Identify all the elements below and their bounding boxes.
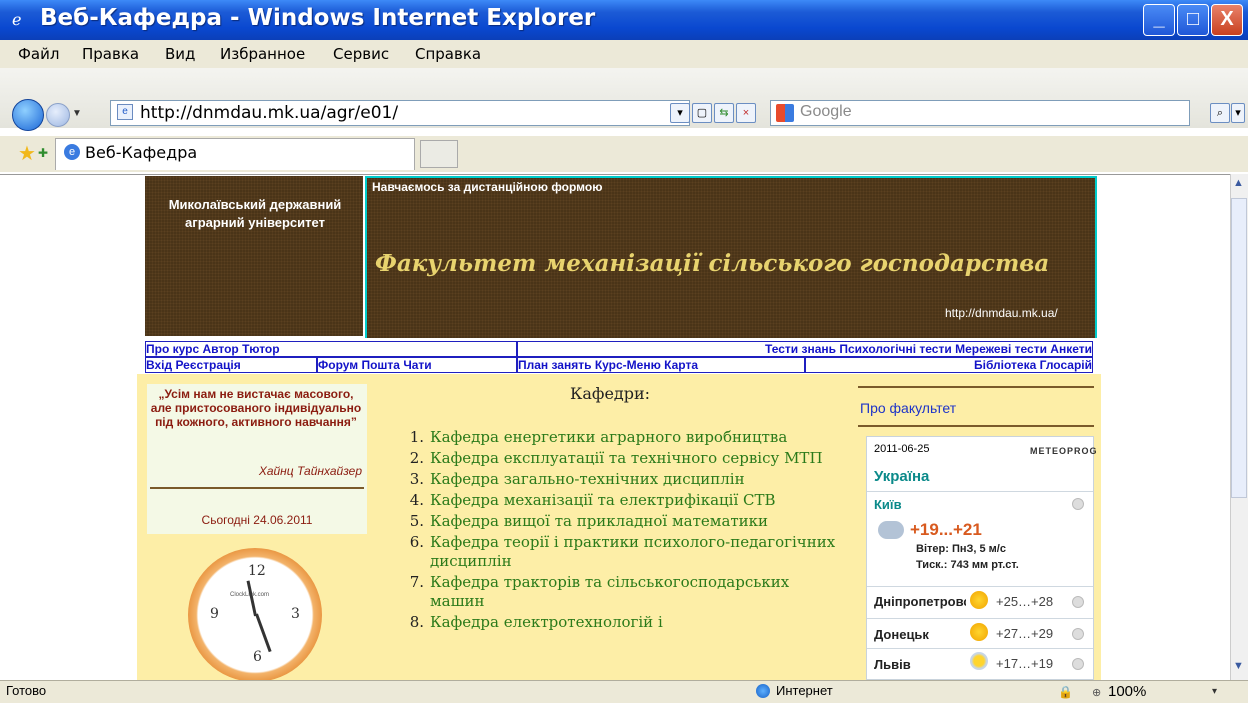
menu-help[interactable]: Справка [415, 45, 481, 63]
nav-plan-links[interactable]: План занять Курс-Меню Карта [517, 357, 805, 373]
tab-label: Веб-Кафедра [85, 143, 198, 162]
today-date: Сьогодні 24.06.2011 [201, 513, 313, 527]
new-tab-button[interactable] [420, 140, 458, 168]
sun-icon [970, 623, 988, 641]
zoom-level[interactable]: 100% [1108, 683, 1146, 700]
nav-forum-links[interactable]: Форум Пошта Чати [317, 357, 517, 373]
list-item[interactable]: 4. Кафедра механізації та електрифікації … [400, 491, 840, 510]
divider [858, 386, 1094, 388]
weather-range: +25…+28 [996, 594, 1054, 609]
security-zone[interactable]: Интернет [776, 683, 833, 698]
weather-temp: +19...+21 [910, 520, 982, 539]
history-dropdown-icon[interactable]: ▼ [72, 108, 82, 119]
menu-edit[interactable]: Правка [82, 45, 139, 63]
clock-number-6: 6 [253, 649, 262, 665]
window-title: Веб-Кафедра - Windows Internet Explorer [40, 5, 596, 31]
quote-author: Хайнц Тайнхайзер [258, 464, 362, 478]
expand-icon[interactable] [1072, 596, 1084, 608]
page-icon: e [117, 104, 133, 120]
weather-city-row[interactable]: Дніпропетровськ [874, 594, 966, 609]
weather-city-row[interactable]: Донецьк [874, 627, 966, 642]
clock-number-9: 9 [210, 606, 219, 622]
protected-mode-icon[interactable]: 🔒 [1058, 685, 1073, 699]
weather-wind: Вітер: ПнЗ, 5 м/с [916, 543, 1006, 555]
sun-icon [970, 591, 988, 609]
weather-country: Україна [874, 468, 930, 485]
cloud-rain-icon [878, 521, 904, 539]
menu-file[interactable]: Файл [18, 45, 59, 63]
list-item[interactable]: 7. Кафедра тракторів та сільськогосподарс… [400, 573, 840, 611]
university-name: Миколаївський державний аграрний універс… [168, 197, 342, 230]
divider [858, 425, 1094, 427]
zoom-icon[interactable]: ⊕ [1092, 686, 1101, 699]
url-text[interactable]: http://dnmdau.mk.ua/agr/e01/ [140, 103, 398, 123]
nav-library-links[interactable]: Бібліотека Глосарій [805, 357, 1093, 373]
clock-number-12: 12 [248, 563, 266, 579]
divider [150, 487, 364, 489]
refresh-icon[interactable]: ⇆ [714, 103, 734, 123]
search-placeholder: Google [800, 103, 852, 120]
search-options-icon[interactable]: ▾ [1231, 103, 1245, 123]
menu-view[interactable]: Вид [165, 45, 195, 63]
back-button[interactable] [12, 99, 44, 131]
divider [867, 586, 1093, 587]
globe-icon [756, 684, 770, 698]
quote-text: „Усім нам не вистачає масового, але прис… [150, 387, 362, 429]
google-logo-icon [776, 104, 794, 122]
nav-course-links[interactable]: Про курс Автор Тютор [145, 341, 517, 357]
weather-city: Київ [874, 497, 902, 512]
list-item[interactable]: 3. Кафедра загально-технічних дисциплін [400, 470, 840, 489]
divider [867, 648, 1093, 649]
search-icon[interactable]: ⌕ [1210, 103, 1230, 123]
weather-close-icon[interactable] [1072, 498, 1084, 510]
clock-number-3: 3 [291, 606, 300, 622]
departments-title: Кафедри: [570, 384, 651, 403]
weather-city-row[interactable]: Львів [874, 657, 966, 672]
departments-list: 1. Кафедра енергетики аграрного виробницт… [400, 428, 840, 634]
add-favorites-icon[interactable]: ✚ [38, 146, 48, 160]
stop-icon[interactable]: × [736, 103, 756, 123]
faculty-title: Факультет механізації сільського господа… [375, 250, 1050, 277]
scroll-up-icon[interactable]: ▲ [1233, 177, 1244, 189]
status-text: Готово [6, 683, 47, 698]
list-item[interactable]: 8. Кафедра електротехнологій і [400, 613, 840, 632]
expand-icon[interactable] [1072, 628, 1084, 640]
divider [867, 491, 1093, 492]
nav-login-links[interactable]: Вхід Реєстрація [145, 357, 317, 373]
close-button[interactable]: X [1211, 4, 1243, 36]
weather-pressure: Тиск.: 743 мм рт.ст. [916, 559, 1019, 571]
tab-page-icon: e [64, 144, 80, 160]
weather-range: +17…+19 [996, 656, 1054, 671]
list-item[interactable]: 6. Кафедра теорії і практики психолого-пе… [400, 533, 840, 571]
menu-tools[interactable]: Сервис [333, 45, 389, 63]
list-item[interactable]: 5. Кафедра вищої та прикладної математики [400, 512, 840, 531]
site-url[interactable]: http://dnmdau.mk.ua/ [945, 306, 1058, 320]
forward-button[interactable] [46, 103, 70, 127]
expand-icon[interactable] [1072, 658, 1084, 670]
ie-logo-icon: ℯ [12, 12, 22, 29]
zoom-dropdown-icon[interactable]: ▾ [1212, 686, 1217, 697]
divider [867, 618, 1093, 619]
minimize-button[interactable]: _ [1143, 4, 1175, 36]
about-faculty-link[interactable]: Про факультет [860, 400, 956, 416]
compatibility-icon[interactable]: ▢ [692, 103, 712, 123]
weather-date: 2011-06-25 [874, 443, 930, 455]
banner-subtitle: Навчаємось за дистанційною формою [372, 180, 603, 194]
sun-cloud-icon [970, 652, 988, 670]
list-item[interactable]: 1. Кафедра енергетики аграрного виробницт… [400, 428, 840, 447]
scroll-down-icon[interactable]: ▼ [1233, 660, 1244, 672]
url-dropdown-icon[interactable]: ▾ [670, 103, 690, 123]
nav-test-links[interactable]: Тести знань Психологічні тести Мережеві … [517, 341, 1093, 357]
favorites-star-icon[interactable]: ★ [18, 141, 36, 166]
list-item[interactable]: 2. Кафедра експлуатації та технічного сер… [400, 449, 840, 468]
weather-range: +27…+29 [996, 626, 1054, 641]
weather-brand: METEOPROG [1030, 446, 1098, 456]
menu-favorites[interactable]: Избранное [220, 45, 305, 63]
maximize-button[interactable]: □ [1177, 4, 1209, 36]
scrollbar-thumb[interactable] [1231, 198, 1247, 498]
